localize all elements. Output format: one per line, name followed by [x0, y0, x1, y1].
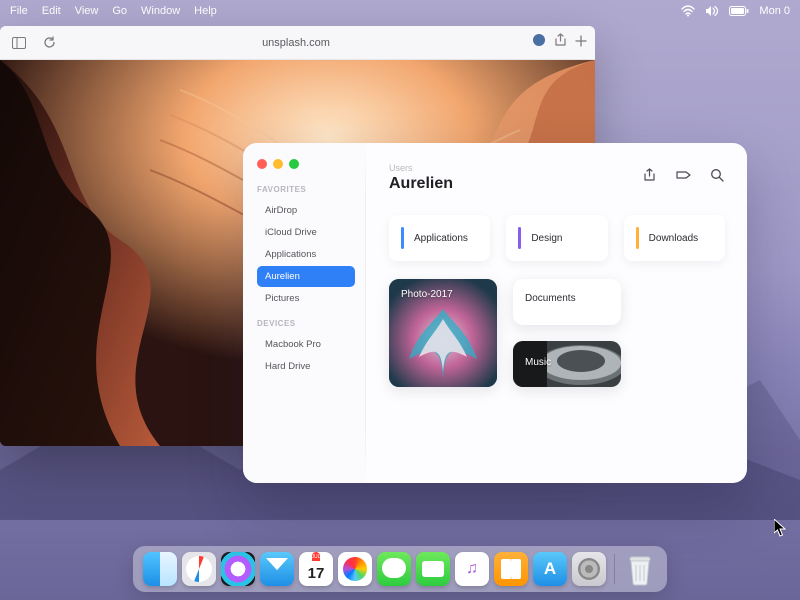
- tile-music[interactable]: Music: [513, 341, 621, 387]
- menu-go[interactable]: Go: [112, 5, 127, 17]
- wifi-icon[interactable]: [681, 5, 695, 17]
- finder-window[interactable]: FAVORITES AirDrop iCloud Drive Applicati…: [243, 143, 747, 483]
- dock-app-itunes[interactable]: [455, 552, 489, 586]
- dock-app-trash[interactable]: [623, 552, 657, 586]
- sidebar-item-aurelien[interactable]: Aurelien: [257, 266, 355, 287]
- address-bar[interactable]: unsplash.com: [68, 37, 524, 49]
- folder-applications[interactable]: Applications: [389, 215, 490, 261]
- folder-label: Downloads: [649, 233, 698, 244]
- menu-file[interactable]: File: [10, 5, 28, 17]
- dock-app-safari[interactable]: [182, 552, 216, 586]
- sidebar-item-pictures[interactable]: Pictures: [257, 288, 355, 309]
- folder-label: Applications: [414, 233, 468, 244]
- sidebar-item-macbook[interactable]: Macbook Pro: [257, 334, 355, 355]
- battery-icon[interactable]: [729, 6, 749, 16]
- zoom-button[interactable]: [289, 159, 299, 169]
- folder-downloads[interactable]: Downloads: [624, 215, 725, 261]
- calendar-day: 17: [308, 561, 325, 586]
- menubar-clock[interactable]: Mon 0: [759, 5, 790, 17]
- tile-label: Music: [525, 357, 551, 368]
- finder-title: Aurelien: [389, 175, 453, 193]
- sidebar-heading-favorites: FAVORITES: [257, 185, 355, 194]
- window-controls: [257, 159, 355, 169]
- sidebar-heading-devices: DEVICES: [257, 319, 355, 328]
- tile-documents[interactable]: Documents: [513, 279, 621, 325]
- tag-icon[interactable]: [675, 167, 691, 183]
- sidebar-item-icloud[interactable]: iCloud Drive: [257, 222, 355, 243]
- dock-separator: [614, 554, 615, 584]
- dock-app-system-preferences[interactable]: [572, 552, 606, 586]
- sidebar-item-applications[interactable]: Applications: [257, 244, 355, 265]
- address-url: unsplash.com: [262, 37, 330, 49]
- volume-icon[interactable]: [705, 5, 719, 17]
- share-icon[interactable]: [641, 167, 657, 183]
- cursor-icon: [774, 519, 786, 542]
- tile-label: Documents: [525, 293, 576, 304]
- tile-photo-2017[interactable]: Photo-2017: [389, 279, 497, 387]
- dock-app-siri[interactable]: [221, 552, 255, 586]
- search-icon[interactable]: [709, 167, 725, 183]
- safari-toolbar: unsplash.com: [0, 26, 595, 60]
- sidebar-toggle-icon[interactable]: [8, 32, 30, 54]
- dock-app-appstore[interactable]: [533, 552, 567, 586]
- finder-content: Users Aurelien Applications Design Downl…: [365, 143, 747, 483]
- dock: JUL 17: [133, 546, 667, 592]
- dock-app-facetime[interactable]: [416, 552, 450, 586]
- dock-app-calendar[interactable]: JUL 17: [299, 552, 333, 586]
- dock-app-mail[interactable]: [260, 552, 294, 586]
- dock-app-ibooks[interactable]: [494, 552, 528, 586]
- privacy-report-icon[interactable]: [532, 33, 546, 52]
- dock-app-messages[interactable]: [377, 552, 411, 586]
- new-tab-icon[interactable]: [575, 34, 587, 52]
- menu-window[interactable]: Window: [141, 5, 180, 17]
- calendar-month: JUL: [312, 552, 321, 561]
- close-button[interactable]: [257, 159, 267, 169]
- sidebar-item-airdrop[interactable]: AirDrop: [257, 200, 355, 221]
- dock-app-finder[interactable]: [143, 552, 177, 586]
- sidebar-item-harddrive[interactable]: Hard Drive: [257, 356, 355, 377]
- breadcrumb: Users: [389, 163, 453, 173]
- menu-help[interactable]: Help: [194, 5, 217, 17]
- dock-app-photos[interactable]: [338, 552, 372, 586]
- folder-design[interactable]: Design: [506, 215, 607, 261]
- share-icon[interactable]: [554, 33, 567, 52]
- minimize-button[interactable]: [273, 159, 283, 169]
- menu-edit[interactable]: Edit: [42, 5, 61, 17]
- reload-icon[interactable]: [38, 32, 60, 54]
- menubar: File Edit View Go Window Help Mon 0: [0, 0, 800, 22]
- tile-label: Photo-2017: [401, 289, 453, 300]
- folder-label: Design: [531, 233, 562, 244]
- finder-sidebar: FAVORITES AirDrop iCloud Drive Applicati…: [243, 143, 365, 483]
- menu-view[interactable]: View: [75, 5, 99, 17]
